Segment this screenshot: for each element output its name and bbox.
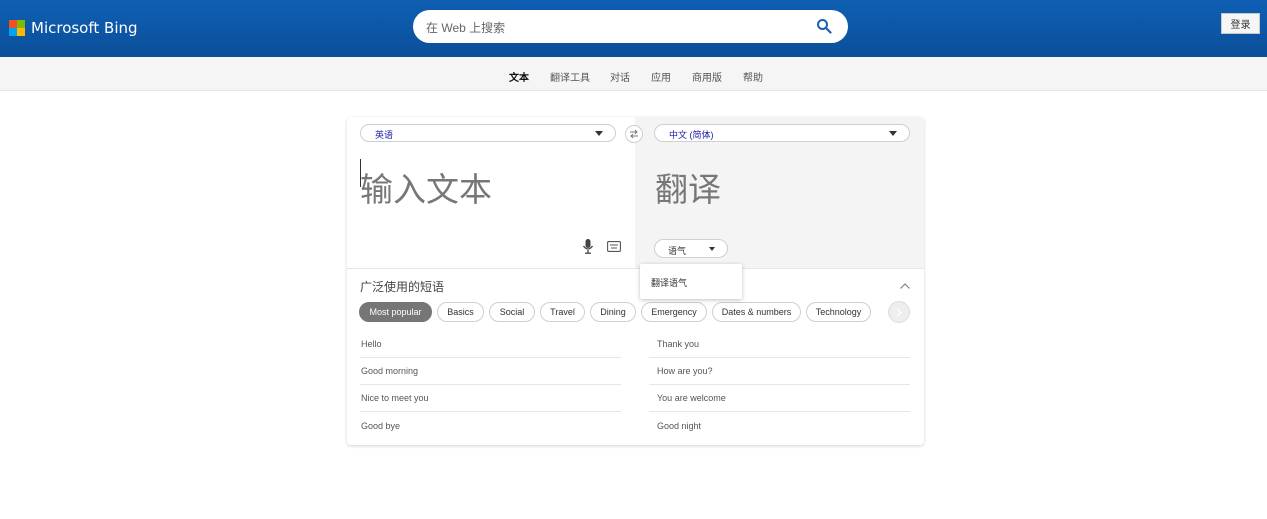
- nav-help[interactable]: 帮助: [743, 69, 763, 84]
- phrase-item[interactable]: Thank you: [657, 339, 699, 349]
- chevron-up-icon[interactable]: [900, 283, 910, 289]
- target-language-label: 中文 (简体): [669, 130, 714, 140]
- nav-text[interactable]: 文本: [509, 69, 529, 84]
- translator-card: 英语 中文 (简体) 输入文本 翻译 语气 广泛使用的短语 Most popul…: [347, 117, 924, 445]
- phrase-item[interactable]: Good night: [657, 421, 701, 431]
- source-language-label: 英语: [375, 130, 394, 140]
- row-divider: [360, 357, 621, 358]
- phrase-item[interactable]: Nice to meet you: [361, 393, 429, 403]
- chip-emergency[interactable]: Emergency: [641, 302, 707, 322]
- chevron-right-icon: [896, 308, 902, 317]
- header: Microsoft Bing 在 Web 上搜索 登录: [0, 0, 1267, 57]
- chip-most-popular[interactable]: Most popular: [359, 302, 432, 322]
- tone-dropdown-option[interactable]: 翻译语气: [651, 276, 687, 289]
- source-language-select[interactable]: 英语: [360, 124, 616, 142]
- divider: [347, 268, 924, 269]
- phrase-item[interactable]: Good morning: [361, 366, 418, 376]
- keyboard-icon[interactable]: [607, 241, 621, 252]
- phrases-title: 广泛使用的短语: [360, 280, 445, 294]
- microphone-icon[interactable]: [582, 239, 594, 254]
- brand-name: Microsoft Bing: [31, 19, 138, 37]
- row-divider: [360, 384, 621, 385]
- microsoft-logo-icon: [9, 20, 25, 36]
- chevron-down-icon: [709, 247, 715, 251]
- chip-travel[interactable]: Travel: [540, 302, 585, 322]
- source-text-input[interactable]: 输入文本: [360, 163, 492, 211]
- nav-apps[interactable]: 应用: [651, 69, 671, 84]
- nav-bar: 文本 翻译工具 对话 应用 商用版 帮助: [0, 57, 1267, 91]
- tone-label: 语气: [668, 246, 687, 256]
- chip-technology[interactable]: Technology: [806, 302, 871, 322]
- chevron-down-icon: [595, 131, 603, 136]
- phrase-item[interactable]: How are you?: [657, 366, 713, 376]
- bing-logo[interactable]: Microsoft Bing: [9, 19, 138, 37]
- target-language-select[interactable]: 中文 (简体): [654, 124, 910, 142]
- nav-conversation[interactable]: 对话: [610, 69, 630, 84]
- swap-icon: [630, 129, 638, 139]
- nav-business[interactable]: 商用版: [692, 69, 722, 84]
- phrase-item[interactable]: Good bye: [361, 421, 400, 431]
- phrase-item[interactable]: You are welcome: [657, 393, 726, 403]
- chevron-down-icon: [889, 131, 897, 136]
- tone-dropdown-menu: 翻译语气: [640, 264, 742, 299]
- tone-select[interactable]: 语气: [654, 239, 728, 258]
- row-divider: [649, 357, 910, 358]
- next-categories-button[interactable]: [888, 301, 910, 323]
- row-divider: [649, 384, 910, 385]
- row-divider: [649, 411, 910, 412]
- search-input[interactable]: 在 Web 上搜索: [426, 19, 505, 36]
- search-box[interactable]: 在 Web 上搜索: [413, 10, 848, 43]
- row-divider: [360, 411, 621, 412]
- chip-social[interactable]: Social: [489, 302, 535, 322]
- chip-basics[interactable]: Basics: [437, 302, 484, 322]
- nav-translator-tools[interactable]: 翻译工具: [550, 69, 590, 84]
- chip-dining[interactable]: Dining: [590, 302, 636, 322]
- search-icon[interactable]: [816, 18, 832, 34]
- phrase-item[interactable]: Hello: [361, 339, 382, 349]
- swap-languages-button[interactable]: [625, 125, 643, 143]
- login-button[interactable]: 登录: [1221, 13, 1260, 34]
- chip-dates-numbers[interactable]: Dates & numbers: [712, 302, 801, 322]
- translation-output: 翻译: [655, 170, 721, 209]
